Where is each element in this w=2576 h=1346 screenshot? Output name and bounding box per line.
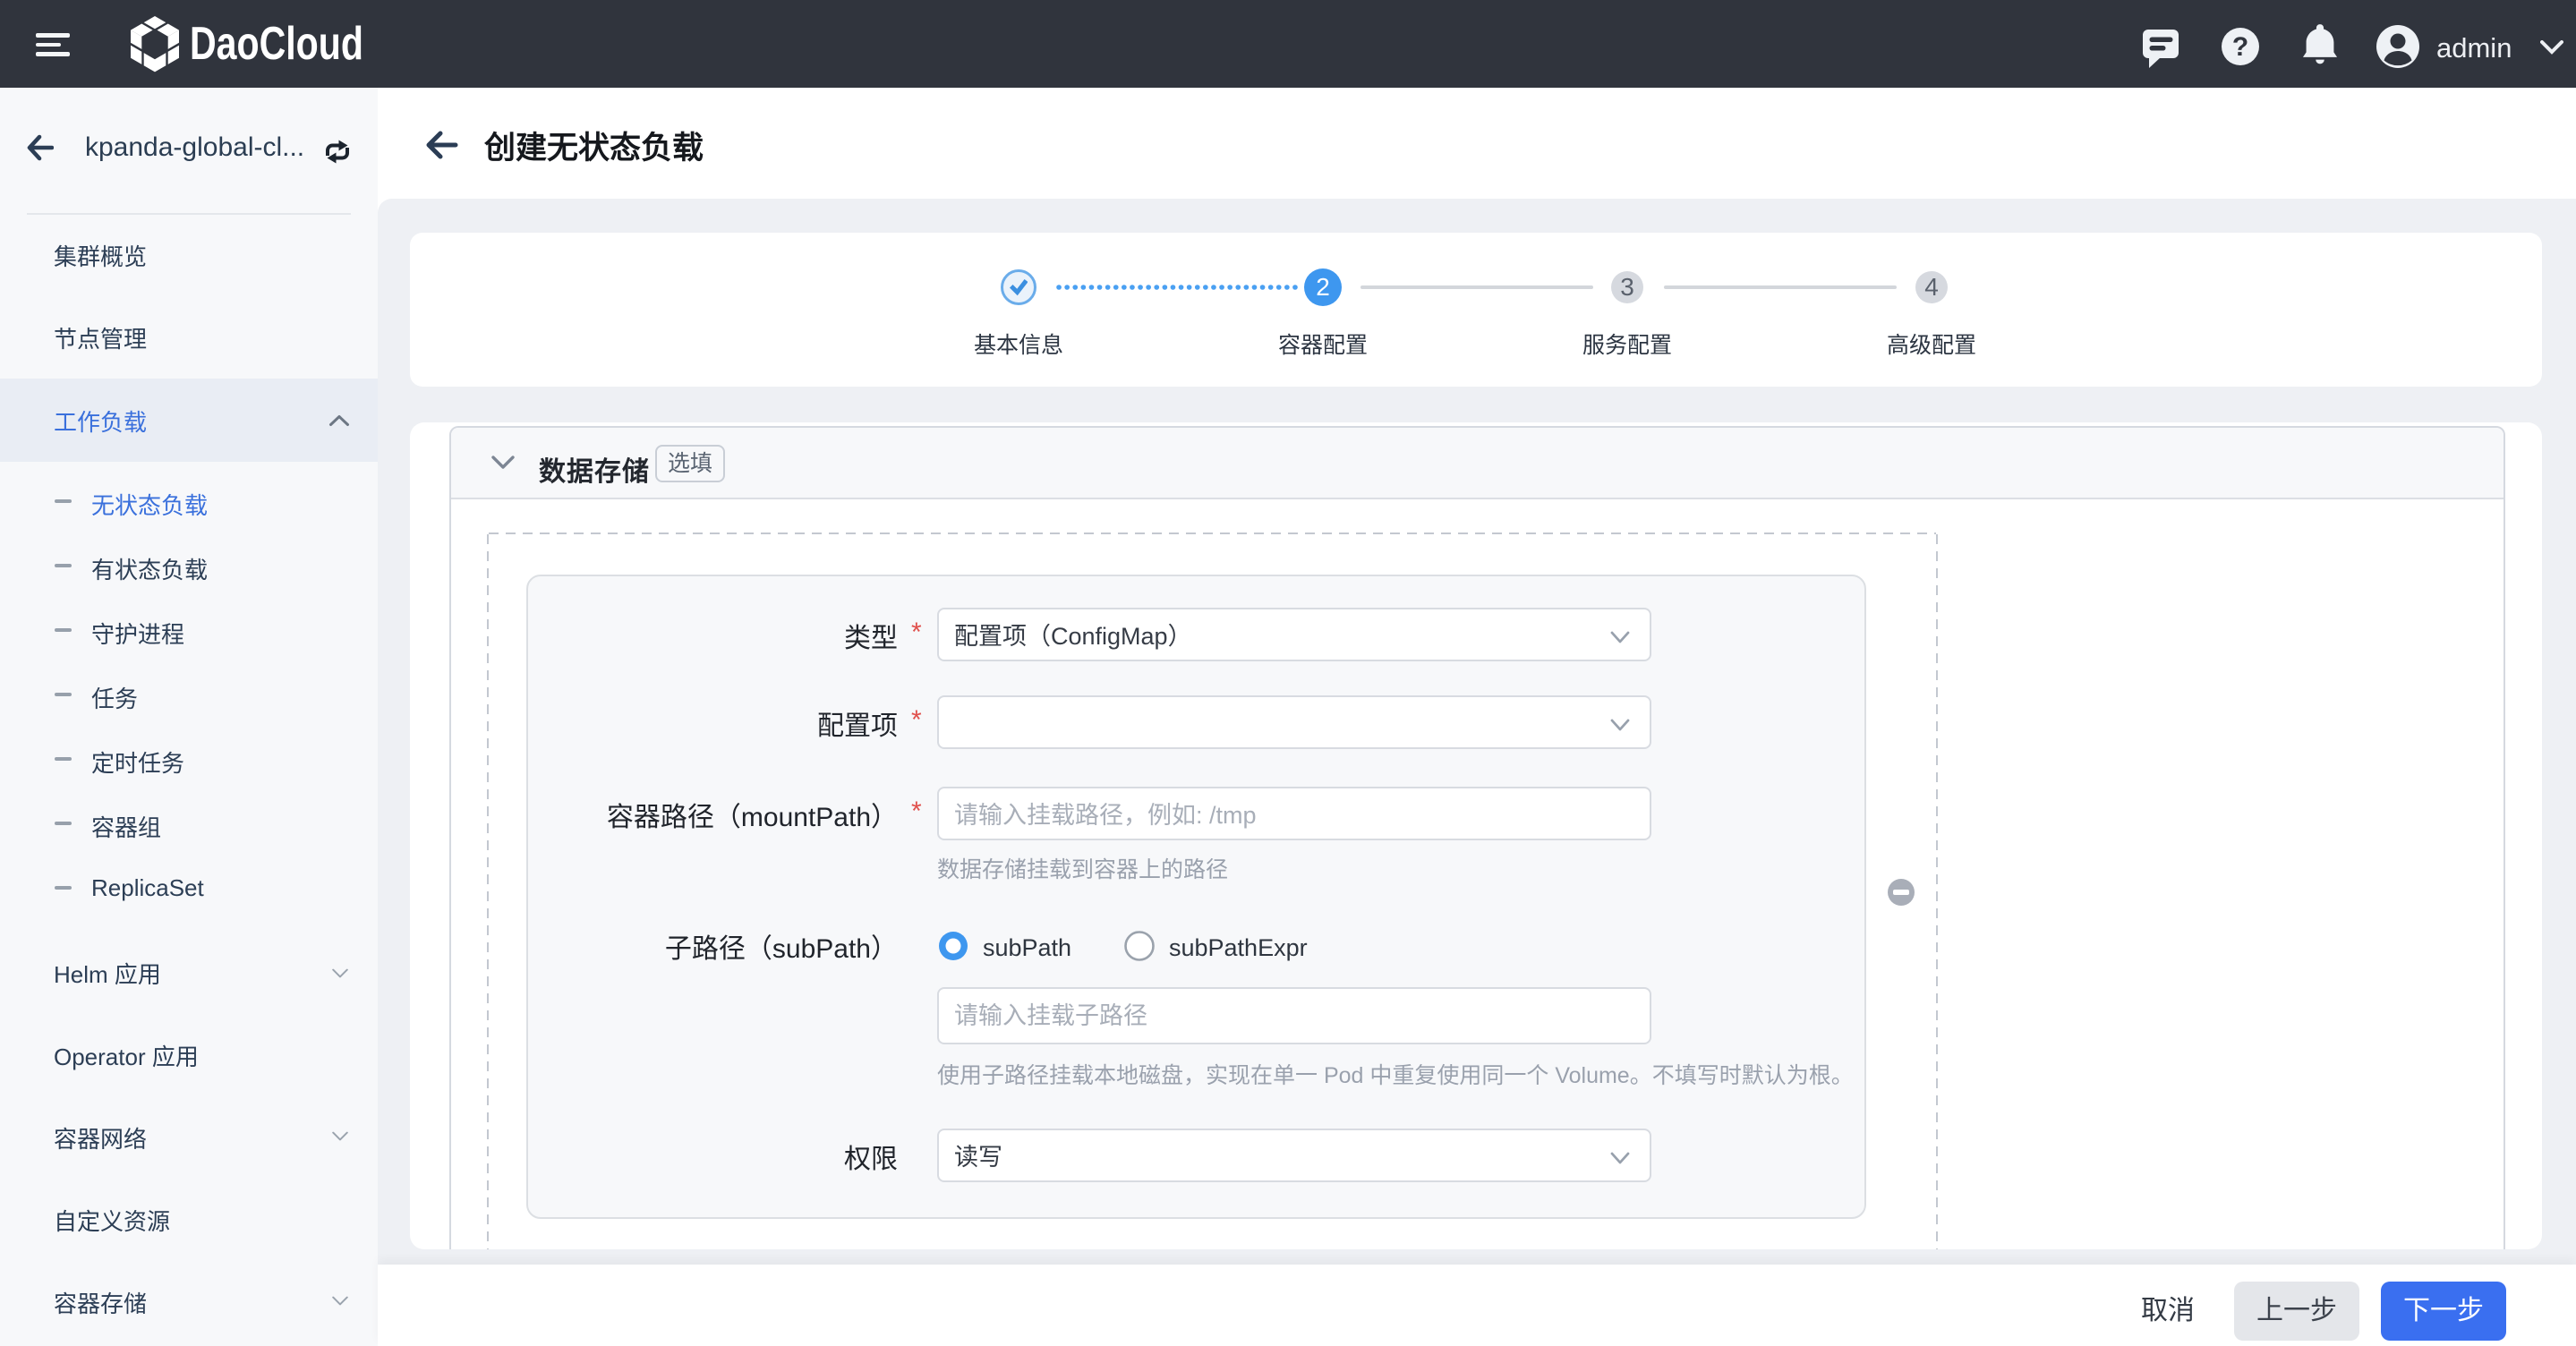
svg-text:?: ? (2232, 32, 2248, 62)
